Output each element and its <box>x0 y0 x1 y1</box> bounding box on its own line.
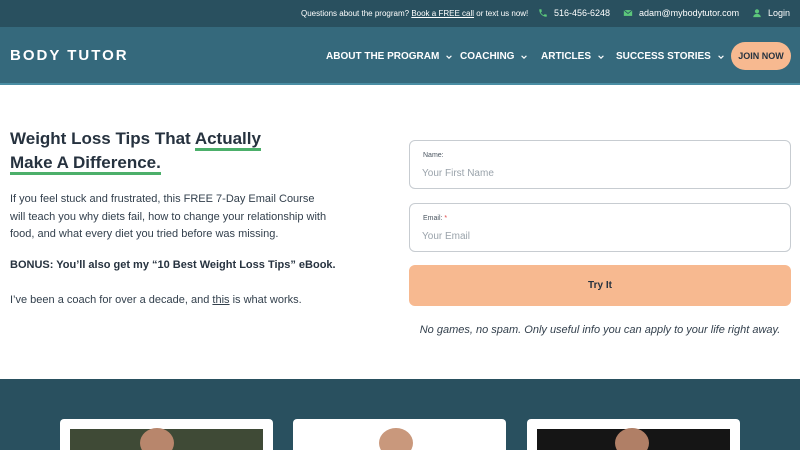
headline-text: Weight Loss Tips That <box>10 129 191 148</box>
nav-item-label: SUCCESS STORIES <box>616 51 711 62</box>
name-label: Name: <box>423 152 444 159</box>
contact-question: Questions about the program? Book a FREE… <box>301 9 528 18</box>
name-field[interactable]: Name: <box>409 140 791 189</box>
required-marker: * <box>444 215 448 222</box>
this-link[interactable]: this <box>212 294 229 306</box>
coach-card[interactable] <box>60 419 273 450</box>
main-nav: BODY TUTOR ABOUT THE PROGRAM COACHING AR… <box>0 27 800 85</box>
headline-highlight: Make A Difference. <box>10 153 161 175</box>
no-spam-note: No games, no spam. Only useful info you … <box>419 324 781 336</box>
email-address: adam@mybodytutor.com <box>639 8 740 18</box>
question-prefix: Questions about the program? <box>301 9 410 18</box>
phone-number: 516-456-6248 <box>554 8 611 18</box>
question-suffix: or text us now! <box>476 9 529 18</box>
nav-item-label: COACHING <box>460 51 515 62</box>
coach-card[interactable] <box>527 419 740 450</box>
coach-portrait <box>379 428 413 450</box>
headline-highlight: Actually <box>194 129 261 151</box>
chevron-down-icon <box>446 54 453 59</box>
book-call-link[interactable]: Book a FREE call <box>411 9 474 18</box>
coach-text: I’ve been a coach for over a decade, and… <box>10 294 370 306</box>
chevron-down-icon <box>598 54 604 59</box>
email-label: Email: * <box>423 215 447 222</box>
chevron-down-icon <box>718 54 724 59</box>
join-now-button[interactable]: JOIN NOW <box>731 42 791 70</box>
phone-icon <box>539 9 547 17</box>
nav-item-coaching[interactable]: COACHING <box>460 51 528 62</box>
envelope-icon <box>623 9 633 16</box>
login-link[interactable]: Login <box>752 8 790 18</box>
intro-paragraph: If you feel stuck and frustrated, this F… <box>10 193 327 240</box>
top-utility-bar: Questions about the program? Book a FREE… <box>0 0 800 27</box>
coach-portrait <box>140 428 174 450</box>
try-it-button[interactable]: Try It <box>409 265 791 306</box>
bonus-text: BONUS: You’ll also get my “10 Best Weigh… <box>10 259 336 271</box>
coach-prefix: I’ve been a coach for over a decade, and <box>10 294 210 306</box>
chevron-down-icon <box>521 54 528 59</box>
login-label: Login <box>768 8 791 18</box>
site-logo[interactable]: BODY TUTOR <box>10 47 129 64</box>
coach-card[interactable] <box>293 419 506 450</box>
phone-link[interactable]: 516-456-6248 <box>538 8 610 18</box>
nav-item-success-stories[interactable]: SUCCESS STORIES <box>616 51 725 62</box>
email-field[interactable]: Email: * <box>409 203 791 252</box>
email-input[interactable] <box>422 228 772 244</box>
nav-item-label: ABOUT THE PROGRAM <box>326 51 440 62</box>
nav-item-articles[interactable]: ARTICLES <box>541 51 605 62</box>
name-input[interactable] <box>422 165 772 181</box>
user-icon <box>753 9 761 18</box>
email-label-text: Email: <box>423 215 443 222</box>
page-headline: Weight Loss Tips That Actually Make A Di… <box>10 127 370 175</box>
coach-suffix: is what works. <box>232 294 302 306</box>
nav-item-about-the-program[interactable]: ABOUT THE PROGRAM <box>326 51 453 62</box>
email-link[interactable]: adam@mybodytutor.com <box>623 8 739 18</box>
nav-item-label: ARTICLES <box>541 51 591 62</box>
coach-portrait <box>615 428 649 450</box>
